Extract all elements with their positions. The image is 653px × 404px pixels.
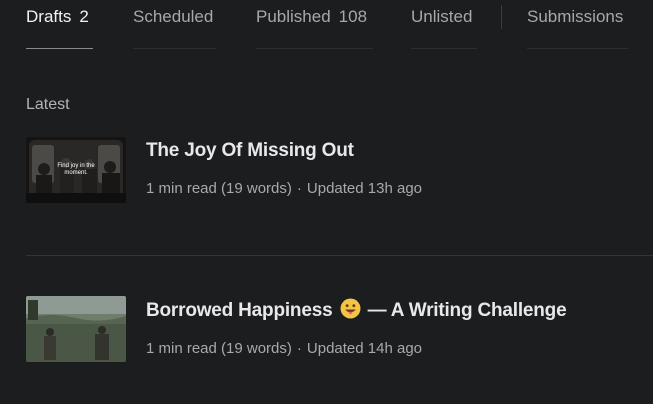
tab-active-underline <box>26 48 93 49</box>
tab-drafts[interactable]: Drafts 2 <box>26 0 93 50</box>
story-read-time: 1 min read (19 words) <box>146 180 292 197</box>
list-divider <box>26 255 653 256</box>
meta-separator: · <box>296 340 302 357</box>
tab-divider <box>501 5 502 29</box>
story-updated: Updated 14h ago <box>306 340 423 357</box>
section-title-latest: Latest <box>26 96 70 113</box>
tab-published[interactable]: Published 108 <box>256 0 373 50</box>
field-photo-image <box>26 296 126 362</box>
story-title-text: Borrowed Happiness <box>146 300 333 321</box>
tongue-out-emoji-icon <box>340 298 361 319</box>
stories-page: Drafts 2 Scheduled Published 108 Unlisted … <box>0 0 653 404</box>
tab-scheduled[interactable]: Scheduled <box>133 0 216 50</box>
tab-unlisted-label: Unlisted <box>411 7 473 26</box>
story-title[interactable]: The Joy Of Missing Out <box>146 140 354 162</box>
tab-submissions-label: Submissions <box>527 7 624 26</box>
tab-unlisted[interactable]: Unlisted <box>411 0 477 50</box>
story-updated: Updated 13h ago <box>306 180 423 197</box>
meta-separator: · <box>296 180 302 197</box>
tab-submissions[interactable]: Submissions <box>527 0 628 50</box>
story-thumbnail[interactable]: Find joy in the moment. <box>26 137 126 203</box>
story-read-time: 1 min read (19 words) <box>146 340 292 357</box>
story-title-suffix: — A Writing Challenge <box>367 300 567 321</box>
svg-text:Find joy in the: Find joy in the <box>57 163 95 169</box>
story-title[interactable]: Borrowed Happiness — A Writing Challenge <box>146 298 567 322</box>
svg-text:moment.: moment. <box>64 170 88 176</box>
tab-drafts-label: Drafts <box>26 7 72 26</box>
tab-scheduled-label: Scheduled <box>133 7 214 26</box>
story-meta: 1 min read (19 words) · Updated 13h ago <box>146 180 422 198</box>
story-meta: 1 min read (19 words) · Updated 14h ago <box>146 340 422 358</box>
tab-published-count: 108 <box>338 7 368 26</box>
tab-drafts-count: 2 <box>79 7 89 26</box>
subway-photo-image: Find joy in the moment. <box>26 137 126 203</box>
story-thumbnail[interactable] <box>26 296 126 362</box>
stories-tabs: Drafts 2 Scheduled Published 108 Unlisted … <box>0 0 653 50</box>
tab-published-label: Published <box>256 7 331 26</box>
